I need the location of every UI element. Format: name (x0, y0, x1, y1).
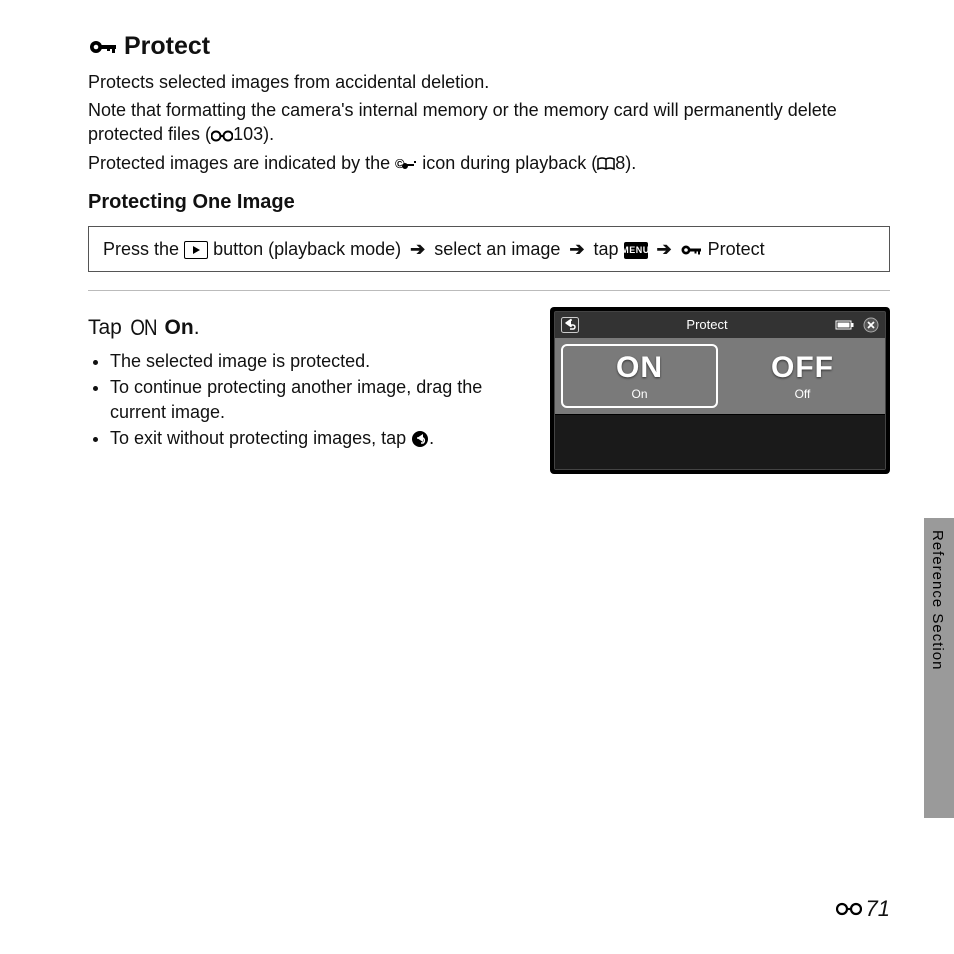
bullet3-suffix: . (429, 428, 434, 448)
arrow-icon: ➔ (653, 239, 676, 259)
instruction-column: Tap ON On. The selected image is protect… (88, 307, 526, 452)
option-off-big: OFF (726, 348, 879, 389)
subheading: Protecting One Image (88, 189, 890, 216)
intro-para-2: Note that formatting the camera's intern… (88, 98, 890, 147)
intro-para-1: Protects selected images from accidental… (88, 70, 890, 94)
list-item: The selected image is protected. (110, 349, 526, 373)
step-b: button (playback mode) (213, 239, 406, 259)
lcd-inner: Protect ON On (554, 311, 886, 470)
option-on[interactable]: ON On (561, 344, 718, 409)
page-number-text: 71 (866, 894, 890, 924)
close-icon[interactable] (863, 317, 879, 333)
lcd-title: Protect (686, 316, 727, 334)
page-title: Protect (88, 30, 890, 64)
camera-screen: Protect ON On (550, 307, 890, 474)
reference-link-icon (211, 129, 233, 143)
bullet-list: The selected image is protected. To cont… (88, 349, 526, 450)
key-icon (681, 243, 703, 257)
on-glyph-icon: ON (130, 313, 156, 343)
lcd-header: Protect (555, 312, 885, 338)
para3-ref: 8). (615, 153, 636, 173)
option-off[interactable]: OFF Off (726, 344, 879, 409)
para2-text-a: Note that formatting the camera's intern… (88, 100, 837, 144)
para3-a: Protected images are indicated by the (88, 153, 395, 173)
option-on-label: On (563, 386, 716, 402)
arrow-icon: ➔ (406, 239, 429, 259)
option-off-label: Off (726, 386, 879, 402)
procedure-box: Press the button (playback mode) ➔ selec… (88, 226, 890, 272)
key-icon (88, 36, 118, 58)
reference-link-icon (836, 901, 862, 917)
page-number: 71 (836, 894, 890, 924)
back-circle-icon (411, 430, 429, 448)
para3-b: icon during playback ( (417, 153, 597, 173)
section-label: Reference Section (927, 530, 947, 670)
content-row: Tap ON On. The selected image is protect… (88, 307, 890, 474)
back-icon[interactable] (561, 317, 579, 333)
page: Protect Protects selected images from ac… (0, 0, 954, 954)
bullet3-text: To exit without protecting images, tap (110, 428, 411, 448)
step-e: Protect (708, 239, 765, 259)
option-on-big: ON (563, 348, 716, 389)
title-text: Protect (124, 30, 210, 64)
menu-icon: MENU (624, 242, 648, 259)
step-heading: Tap ON On. (88, 313, 526, 343)
protected-indicator-icon: © (395, 156, 417, 172)
lcd-options: ON On OFF Off (555, 338, 885, 415)
playback-button-icon (184, 241, 208, 259)
step-c: select an image (434, 239, 565, 259)
book-ref-icon (597, 157, 615, 171)
step-title-a: Tap (88, 316, 128, 339)
list-item: To exit without protecting images, tap . (110, 426, 526, 450)
lcd-bottom (555, 414, 885, 469)
para2-ref: 103). (233, 124, 274, 144)
intro-para-3: Protected images are indicated by the © … (88, 151, 890, 175)
step-a: Press the (103, 239, 184, 259)
step-d: tap (593, 239, 623, 259)
list-item: To continue protecting another image, dr… (110, 375, 526, 424)
period: . (194, 316, 200, 339)
battery-icon (835, 319, 855, 331)
arrow-icon: ➔ (565, 239, 588, 259)
divider (88, 290, 890, 291)
step-title-b: On (159, 316, 194, 339)
